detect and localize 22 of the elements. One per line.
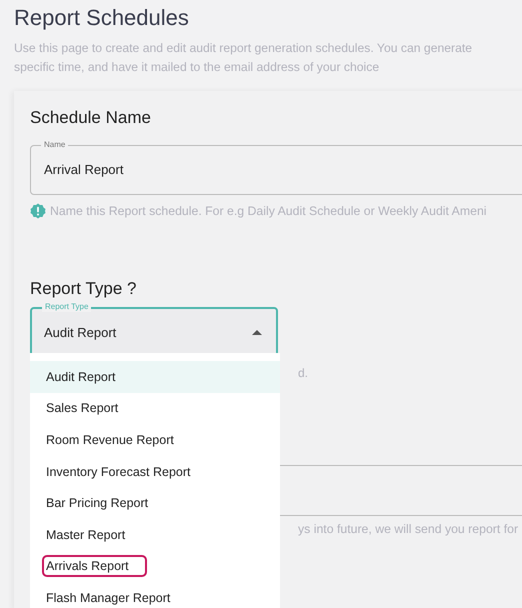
dropdown-option[interactable]: Sales Report [30, 392, 280, 424]
dropdown-option[interactable]: Room Revenue Report [30, 424, 280, 456]
hint-text: Name this Report schedule. For e.g Daily Audit Schedule or Weekly Audit Ameni [50, 204, 487, 218]
caret-icon [252, 330, 262, 335]
page-title: Report Schedules [14, 5, 190, 31]
dropdown-option[interactable]: Arrivals Report [30, 550, 280, 582]
section-heading: Report Type ? [30, 278, 138, 300]
dropdown-option[interactable]: Master Report [30, 518, 280, 551]
info-icon [30, 203, 46, 219]
hint-text: ys into future, we will send you report for [298, 522, 518, 536]
dropdown-option[interactable]: Audit Report [30, 361, 280, 393]
hint-text: d. [298, 366, 308, 380]
select-value: Audit Report [44, 325, 116, 340]
dropdown-option[interactable]: Flash Manager Report [30, 582, 280, 608]
page-description: specific time, and have it mailed to the email address of your choice [14, 59, 380, 76]
field-label: Name [41, 140, 68, 150]
field-label: Report Type [42, 302, 92, 312]
dropdown-option[interactable]: Inventory Forecast Report [30, 456, 280, 488]
field-value: Arrival Report [44, 162, 124, 178]
dropdown-option[interactable]: Bar Pricing Report [30, 487, 280, 519]
page-description: Use this page to create and edit audit report generation schedules. You can generate [14, 40, 474, 57]
section-heading: Schedule Name [30, 107, 152, 129]
